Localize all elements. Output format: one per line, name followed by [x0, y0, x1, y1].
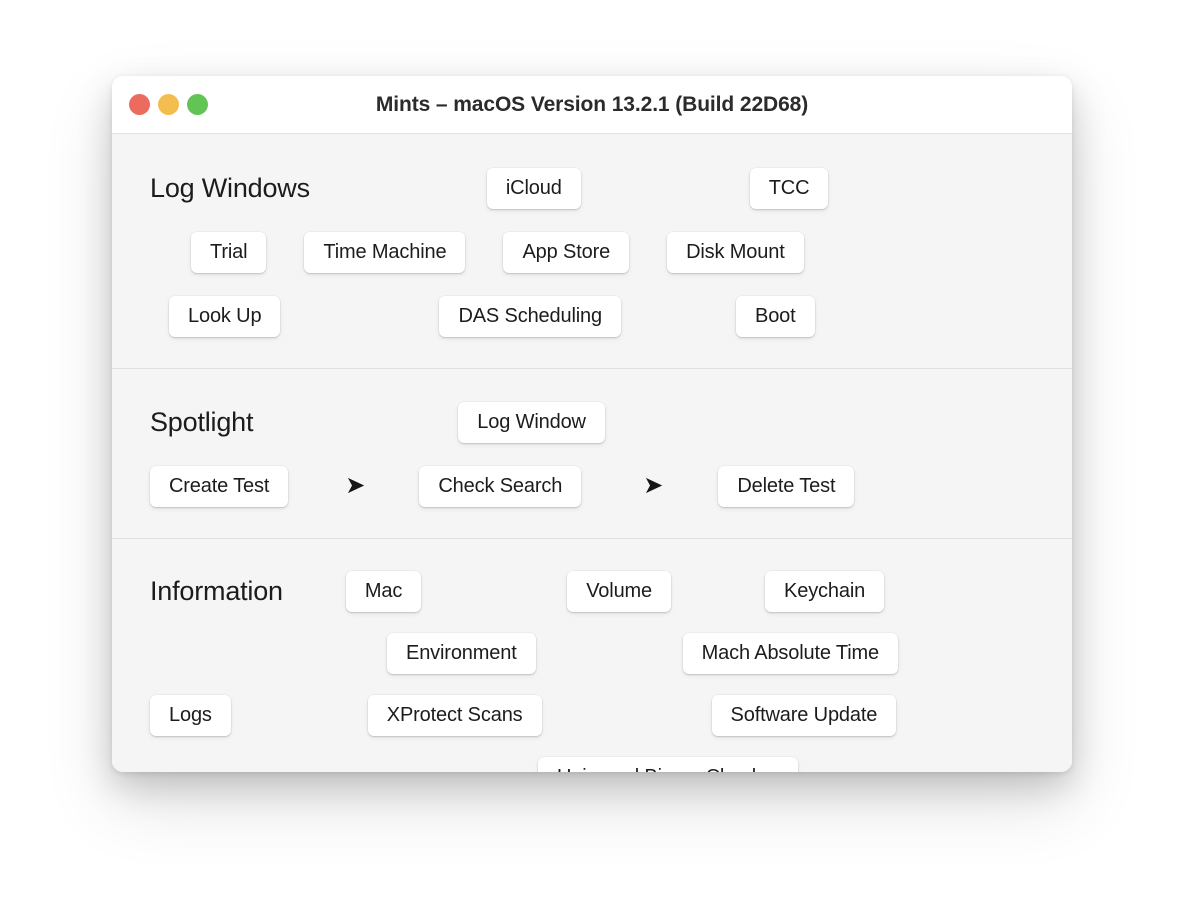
traffic-light-controls — [129, 76, 208, 133]
information-xprotect-scans-button[interactable]: XProtect Scans — [368, 695, 542, 736]
log-window-app-store-button[interactable]: App Store — [503, 232, 629, 273]
section-information: Information Mac Volume Keychain Environm… — [112, 538, 1072, 772]
log-window-tcc-button[interactable]: TCC — [750, 168, 829, 209]
information-mac-button[interactable]: Mac — [346, 571, 421, 612]
information-row-3: Logs XProtect Scans Software Update — [150, 684, 1034, 746]
window-title: Mints – macOS Version 13.2.1 (Build 22D6… — [112, 93, 1072, 117]
information-mach-absolute-time-button[interactable]: Mach Absolute Time — [683, 633, 898, 674]
minimize-window-button[interactable] — [158, 94, 179, 115]
zoom-window-button[interactable] — [187, 94, 208, 115]
information-keychain-button[interactable]: Keychain — [765, 571, 884, 612]
log-window-look-up-button[interactable]: Look Up — [169, 296, 280, 337]
spotlight-delete-test-button[interactable]: Delete Test — [718, 466, 854, 507]
log-window-icloud-button[interactable]: iCloud — [487, 168, 581, 209]
desktop-background: Mints – macOS Version 13.2.1 (Build 22D6… — [0, 0, 1184, 920]
spotlight-check-search-button[interactable]: Check Search — [419, 466, 581, 507]
window-content: Log Windows iCloud TCC Trial Time Machin… — [112, 134, 1072, 772]
information-row-1: Information Mac Volume Keychain — [150, 560, 1034, 622]
arrow-right-icon: ➤ — [345, 474, 365, 498]
log-windows-row-2: Trial Time Machine App Store Disk Mount — [150, 220, 1034, 284]
log-window-boot-button[interactable]: Boot — [736, 296, 815, 337]
information-software-update-button[interactable]: Software Update — [712, 695, 897, 736]
information-row-4: Universal Binary Checker — [150, 746, 1034, 772]
log-window-time-machine-button[interactable]: Time Machine — [304, 232, 465, 273]
spotlight-row-2: Create Test ➤ Check Search ➤ Delete Test — [150, 454, 1034, 518]
section-title-information: Information — [150, 576, 283, 607]
arrow-right-icon: ➤ — [643, 474, 663, 498]
log-window-trial-button[interactable]: Trial — [191, 232, 266, 273]
information-row-2: Environment Mach Absolute Time — [150, 622, 1034, 684]
close-window-button[interactable] — [129, 94, 150, 115]
log-windows-row-1: Log Windows iCloud TCC — [150, 156, 1034, 220]
information-volume-button[interactable]: Volume — [567, 571, 671, 612]
section-log-windows: Log Windows iCloud TCC Trial Time Machin… — [112, 134, 1072, 368]
section-spotlight: Spotlight Log Window Create Test ➤ Check… — [112, 368, 1072, 538]
spotlight-create-test-button[interactable]: Create Test — [150, 466, 288, 507]
log-window-disk-mount-button[interactable]: Disk Mount — [667, 232, 804, 273]
section-title-spotlight: Spotlight — [150, 407, 253, 438]
mints-app-window: Mints – macOS Version 13.2.1 (Build 22D6… — [112, 76, 1072, 772]
information-universal-binary-checker-button[interactable]: Universal Binary Checker — [538, 757, 798, 773]
information-logs-button[interactable]: Logs — [150, 695, 231, 736]
log-windows-row-3: Look Up DAS Scheduling Boot — [150, 284, 1034, 348]
spotlight-row-1: Spotlight Log Window — [150, 390, 1034, 454]
log-window-das-scheduling-button[interactable]: DAS Scheduling — [439, 296, 621, 337]
section-title-log-windows: Log Windows — [150, 173, 310, 204]
window-titlebar: Mints – macOS Version 13.2.1 (Build 22D6… — [112, 76, 1072, 134]
spotlight-log-window-button[interactable]: Log Window — [458, 402, 605, 443]
information-environment-button[interactable]: Environment — [387, 633, 536, 674]
